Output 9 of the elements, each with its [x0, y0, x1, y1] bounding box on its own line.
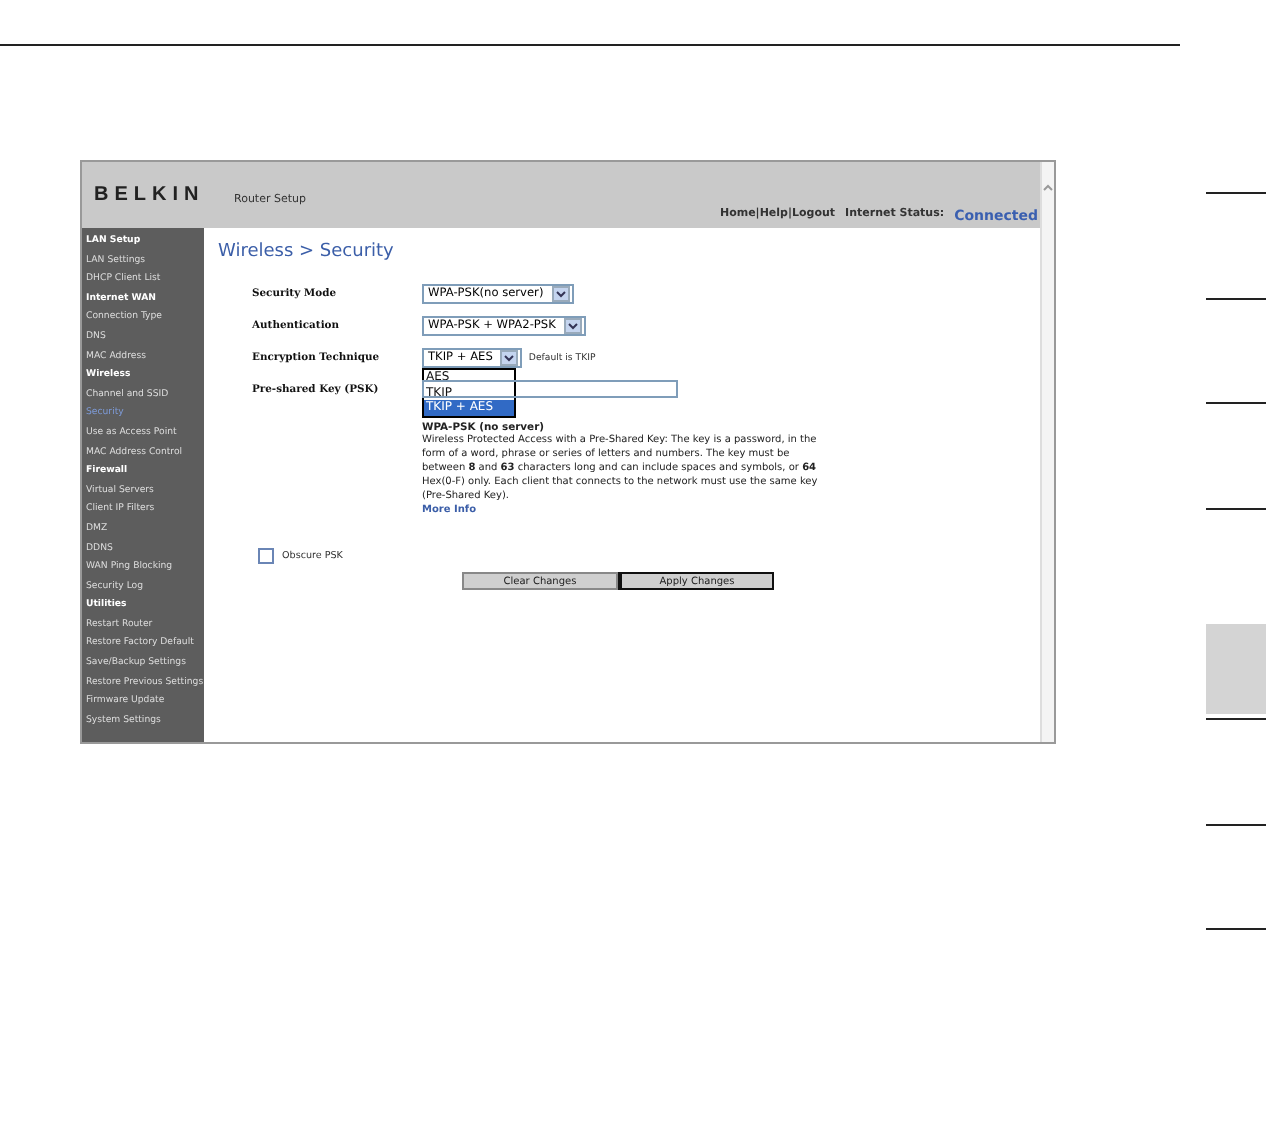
logo: BELKIN [94, 184, 207, 206]
scrollbar[interactable] [1040, 162, 1054, 742]
scroll-up-icon[interactable] [1042, 182, 1054, 194]
checkbox[interactable] [258, 548, 274, 564]
page-title: Wireless > Security [218, 242, 396, 262]
dropdown-arrow-icon [563, 318, 582, 334]
dropdown-arrow-icon [551, 286, 570, 302]
input-field[interactable] [422, 380, 678, 398]
dropdown-arrow-icon [500, 350, 519, 366]
